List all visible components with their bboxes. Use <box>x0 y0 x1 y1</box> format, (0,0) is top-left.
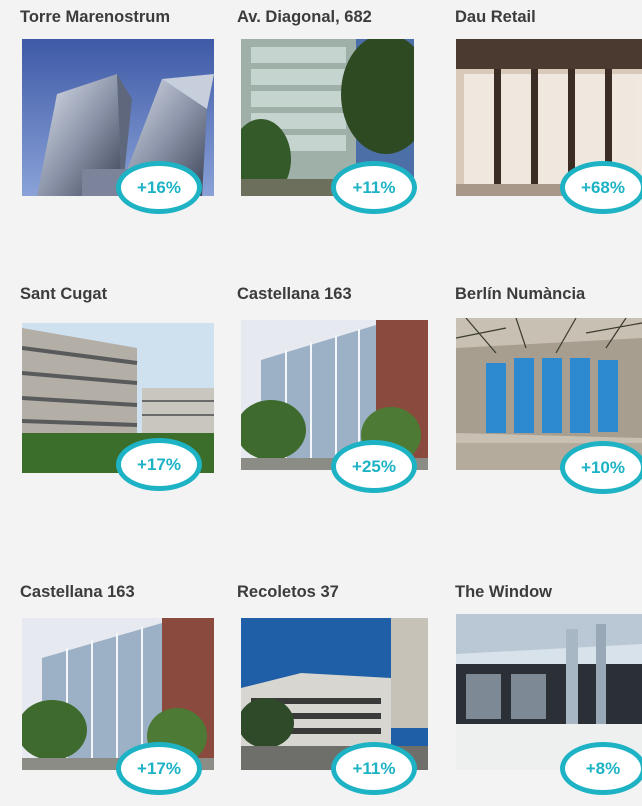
property-title: Torre Marenostrum <box>20 8 171 26</box>
growth-badge: +68% <box>560 161 642 214</box>
growth-badge: +16% <box>116 161 202 214</box>
property-title: Berlín Numància <box>455 285 586 303</box>
property-title: Dau Retail <box>455 8 536 26</box>
property-title: The Window <box>455 583 553 601</box>
growth-badge: +17% <box>116 438 202 491</box>
growth-badge: +17% <box>116 742 202 795</box>
property-title: Av. Diagonal, 682 <box>237 8 372 26</box>
growth-badge: +11% <box>331 742 417 795</box>
growth-badge: +25% <box>331 440 417 493</box>
growth-badge: +8% <box>560 742 642 795</box>
property-title: Castellana 163 <box>20 583 135 601</box>
property-title: Sant Cugat <box>20 285 108 303</box>
property-title: Castellana 163 <box>237 285 352 303</box>
growth-badge: +11% <box>331 161 417 214</box>
growth-badge: +10% <box>560 441 642 494</box>
property-title: Recoletos 37 <box>237 583 339 601</box>
